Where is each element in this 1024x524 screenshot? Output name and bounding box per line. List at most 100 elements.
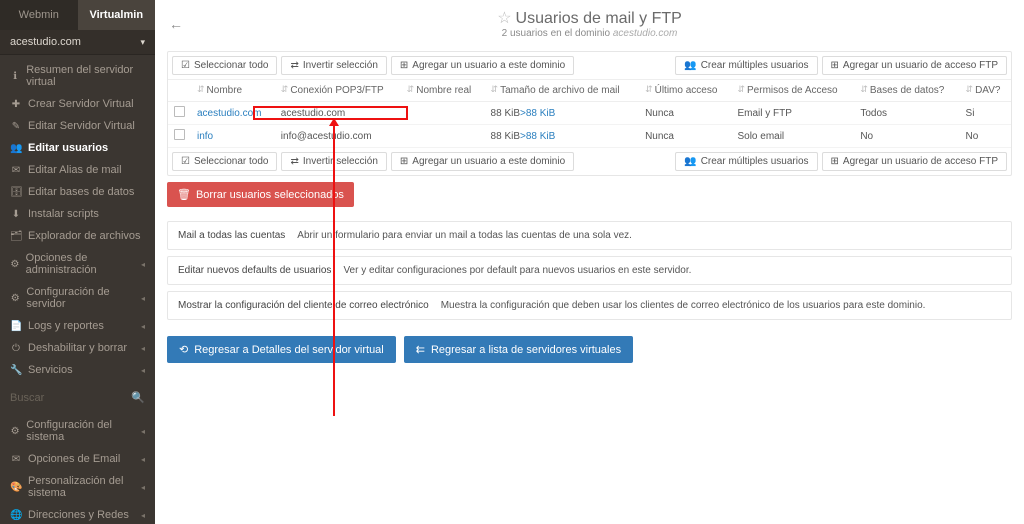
row-checkbox[interactable] <box>174 106 185 117</box>
sidebar-item-label: Direcciones y Redes <box>28 509 129 521</box>
chevron-right-icon: ◂ <box>141 366 145 375</box>
tab-webmin[interactable]: Webmin <box>0 0 78 30</box>
mail-size-link[interactable]: >88 KiB <box>520 131 555 142</box>
sidebar-item[interactable]: 🗄Editar bases de datos <box>0 181 155 203</box>
user-name-link[interactable]: acestudio.com <box>197 108 261 119</box>
sidebar-item[interactable]: ⚙Opciones de administración◂ <box>0 247 155 281</box>
menu-icon: ⏻ <box>10 343 22 354</box>
sidebar-item[interactable]: ✚ Crear Servidor Virtual <box>0 93 155 115</box>
chevron-down-icon: ▾ <box>140 37 145 48</box>
table-row: infoinfo@acestudio.com88 KiB>88 KiBNunca… <box>168 125 1011 148</box>
menu-icon: ✉ <box>10 454 22 465</box>
plus-icon: ⊞ <box>831 60 839 71</box>
toolbar-top: ☑Seleccionar todo ⇄Invertir selección ⊞A… <box>168 52 1011 80</box>
menu-icon: ✉ <box>10 165 22 176</box>
option-desc: Ver y editar configuraciones por default… <box>343 265 691 276</box>
users-icon: 👥 <box>684 60 696 71</box>
sidebar-item-label: Opciones de administración <box>26 252 135 276</box>
select-all-button[interactable]: ☑Seleccionar todo <box>172 56 277 75</box>
option-desc: Abrir un formulario para enviar un mail … <box>297 230 632 241</box>
menu-icon: 📄 <box>10 321 22 332</box>
add-user-button-b[interactable]: ⊞Agregar un usuario a este dominio <box>391 152 574 171</box>
add-ftp-user-button-b[interactable]: ⊞Agregar un usuario de acceso FTP <box>822 152 1007 171</box>
sidebar-item[interactable]: ✉ Opciones de Email ◂ <box>0 448 155 470</box>
sidebar-item-label: Editar Alias de mail <box>28 164 122 176</box>
menu-icon: ⬇ <box>10 209 22 220</box>
sidebar-item[interactable]: 📄 Logs y reportes ◂ <box>0 315 155 337</box>
create-multiple-button-b[interactable]: 👥Crear múltiples usuarios <box>675 152 817 171</box>
menu-icon: ✎ <box>10 121 22 132</box>
trash-icon: 🗑 <box>177 188 191 201</box>
option-label: Editar nuevos defaults de usuarios <box>178 265 331 276</box>
users-table: ⇵Nombre ⇵Conexión POP3/FTP ⇵Nombre real … <box>168 80 1011 148</box>
mail-size-link[interactable]: >88 KiB <box>520 108 555 119</box>
chevron-right-icon: ◂ <box>141 483 145 492</box>
back-arrow-icon[interactable]: ← <box>169 16 183 32</box>
users-panel: ☑Seleccionar todo ⇄Invertir selección ⊞A… <box>167 51 1012 176</box>
option-desc: Muestra la configuración que deben usar … <box>441 300 926 311</box>
sidebar-item-label: Editar bases de datos <box>28 186 134 198</box>
star-icon[interactable]: ☆ <box>497 10 511 27</box>
chevron-right-icon: ◂ <box>141 511 145 520</box>
back-to-list-button[interactable]: ⇇Regresar a lista de servidores virtuale… <box>404 336 633 363</box>
chevron-right-icon: ◂ <box>141 322 145 331</box>
sidebar-item-label: Opciones de Email <box>28 453 120 465</box>
invert-button-b[interactable]: ⇄Invertir selección <box>281 152 386 171</box>
top-tabs: Webmin Virtualmin <box>0 0 155 30</box>
option-row[interactable]: Editar nuevos defaults de usuarios Ver y … <box>167 256 1012 285</box>
sidebar-search[interactable]: Buscar 🔍 <box>0 385 155 410</box>
menu-icon: ℹ <box>10 71 20 82</box>
sidebar-item-label: Explorador de archivos <box>28 230 141 242</box>
domain-name: acestudio.com <box>10 36 81 48</box>
invert-button[interactable]: ⇄Invertir selección <box>281 56 386 75</box>
sidebar-item[interactable]: ⬇ Instalar scripts <box>0 203 155 225</box>
back-to-details-button[interactable]: ⟲Regresar a Detalles del servidor virtua… <box>167 336 396 363</box>
domain-selector[interactable]: acestudio.com ▾ <box>0 30 155 55</box>
select-all-button-b[interactable]: ☑Seleccionar todo <box>172 152 277 171</box>
sidebar-item[interactable]: 🗂 Explorador de archivos <box>0 225 155 247</box>
sidebar-item-label: Configuración de servidor <box>26 286 135 310</box>
sidebar-item[interactable]: ⚙ Configuración del sistema ◂ <box>0 414 155 448</box>
page-title: ☆Usuarios de mail y FTP <box>191 8 988 28</box>
menu-icon: ✚ <box>10 99 22 110</box>
sidebar-item[interactable]: 🔧 Servicios ◂ <box>0 359 155 381</box>
option-row[interactable]: Mostrar la configuración del cliente de … <box>167 291 1012 320</box>
menu-icon: 🗂 <box>10 231 22 242</box>
option-label: Mail a todas las cuentas <box>178 230 285 241</box>
option-row[interactable]: Mail a todas las cuentas Abrir un formula… <box>167 221 1012 250</box>
menu-icon: 🔧 <box>10 365 22 376</box>
sidebar-item-label: Instalar scripts <box>28 208 99 220</box>
add-ftp-user-button[interactable]: ⊞Agregar un usuario de acceso FTP <box>822 56 1007 75</box>
sidebar-item[interactable]: ⏻Deshabilitar y borrar◂ <box>0 337 155 359</box>
sidebar-item-label: Servicios <box>28 364 73 376</box>
user-name-link[interactable]: info <box>197 131 213 142</box>
create-multiple-button[interactable]: 👥Crear múltiples usuarios <box>675 56 817 75</box>
chevron-right-icon: ◂ <box>141 294 145 303</box>
sidebar-item[interactable]: 👥Editar usuarios <box>0 137 155 159</box>
menu-icon: ⚙ <box>10 293 20 304</box>
sidebar-item-label: Resumen del servidor virtual <box>26 64 145 88</box>
row-checkbox[interactable] <box>174 129 185 140</box>
sidebar-item-label: Crear Servidor Virtual <box>28 98 134 110</box>
sidebar-item[interactable]: ✎Editar Servidor Virtual <box>0 115 155 137</box>
sidebar-item[interactable]: ✉ Editar Alias de mail <box>0 159 155 181</box>
sidebar-item-label: Editar usuarios <box>28 142 108 154</box>
sidebar-item[interactable]: 🌐Direcciones y Redes◂ <box>0 504 155 524</box>
tab-virtualmin[interactable]: Virtualmin <box>78 0 156 30</box>
sidebar-item[interactable]: ℹ Resumen del servidor virtual <box>0 59 155 93</box>
plus-icon: ⊞ <box>400 60 408 71</box>
menu-icon: ⚙ <box>10 426 20 437</box>
sidebar-item[interactable]: 🎨Personalización del sistema◂ <box>0 470 155 504</box>
chevron-right-icon: ◂ <box>141 455 145 464</box>
menu-icon: ⚙ <box>10 259 20 270</box>
add-user-button[interactable]: ⊞Agregar un usuario a este dominio <box>391 56 574 75</box>
toolbar-bottom: ☑Seleccionar todo ⇄Invertir selección ⊞A… <box>168 148 1011 175</box>
main: ← ☆Usuarios de mail y FTP 2 usuarios en … <box>155 0 1024 524</box>
sidebar-item-label: Logs y reportes <box>28 320 104 332</box>
swap-icon: ⇄ <box>290 60 298 71</box>
chevron-right-icon: ◂ <box>141 427 145 436</box>
sidebar-item[interactable]: ⚙ Configuración de servidor ◂ <box>0 281 155 315</box>
sidebar-item-label: Configuración del sistema <box>26 419 135 443</box>
delete-selected-button[interactable]: 🗑Borrar usuarios seleccionados <box>167 182 354 207</box>
option-label: Mostrar la configuración del cliente de … <box>178 300 429 311</box>
